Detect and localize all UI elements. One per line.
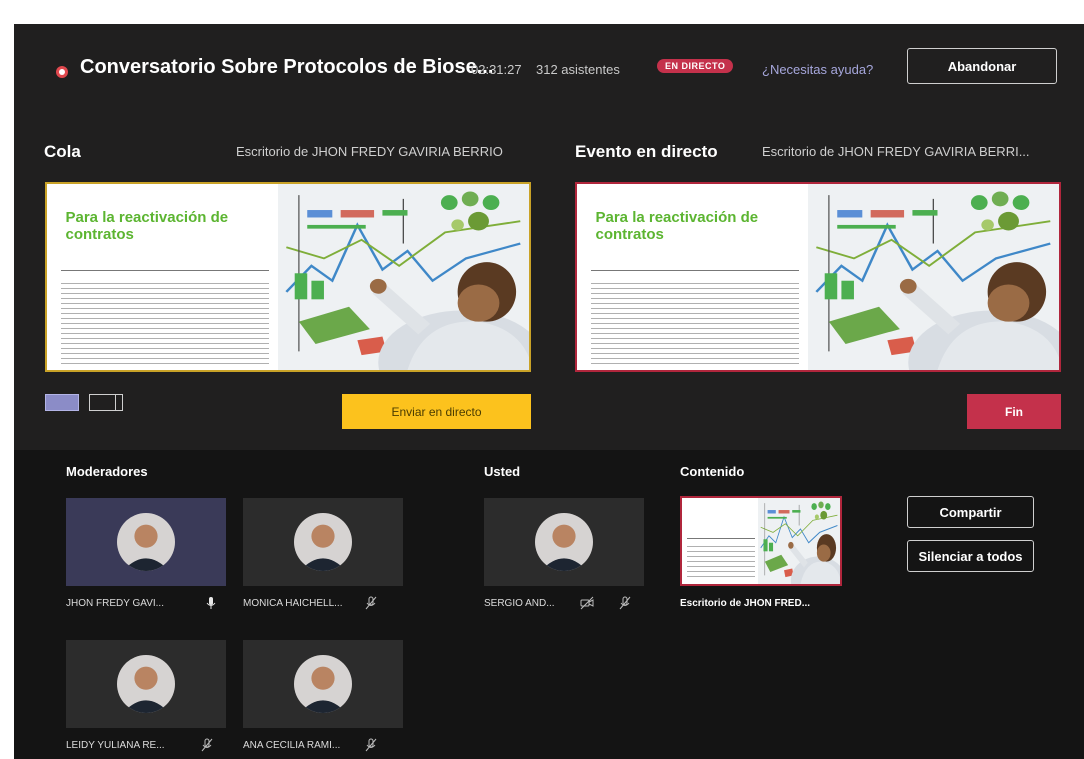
mute-all-button[interactable]: Silenciar a todos	[907, 540, 1034, 572]
slide-body-text	[686, 541, 755, 582]
you-label: Usted	[484, 464, 521, 479]
avatar	[117, 513, 175, 571]
live-preview[interactable]: Para la reactivación de contratos	[575, 182, 1061, 372]
avatar	[294, 655, 352, 713]
content-label: Contenido	[680, 464, 745, 479]
moderator-tile[interactable]	[243, 640, 403, 728]
avatar	[535, 513, 593, 571]
share-button[interactable]: Compartir	[907, 496, 1034, 528]
slide-divider	[590, 269, 800, 271]
slide-image	[278, 184, 529, 370]
record-icon	[56, 66, 68, 78]
avatar	[117, 655, 175, 713]
moderator-tile[interactable]	[243, 498, 403, 586]
mic-icon	[204, 596, 218, 610]
live-source: Escritorio de JHON FREDY GAVIRIA BERRI..…	[762, 144, 1030, 159]
mic-off-icon	[200, 738, 214, 752]
slide-divider	[60, 269, 270, 271]
moderator-name: LEIDY YULIANA RE...	[66, 740, 165, 751]
self-name: SERGIO AND...	[484, 598, 555, 609]
event-timer: 02:31:27	[471, 62, 522, 77]
camera-off-icon[interactable]	[580, 596, 594, 610]
slide-body-text	[590, 278, 800, 365]
moderator-name: MONICA HAICHELL...	[243, 598, 343, 609]
queue-source: Escritorio de JHON FREDY GAVIRIA BERRIO	[236, 144, 503, 159]
single-view-icon[interactable]	[45, 394, 79, 411]
slide-body-text	[60, 278, 270, 365]
live-title: Evento en directo	[575, 142, 718, 161]
moderator-tile[interactable]	[66, 640, 226, 728]
queue-preview[interactable]: Para la reactivación de contratos	[45, 182, 531, 372]
slide-divider	[686, 537, 755, 539]
avatar	[294, 513, 352, 571]
live-status-badge: EN DIRECTO	[657, 59, 734, 73]
moderators-label: Moderadores	[66, 464, 148, 479]
moderator-name: JHON FREDY GAVI...	[66, 598, 164, 609]
leave-button[interactable]: Abandonar	[907, 48, 1057, 84]
slide-text-panel: Para la reactivación de contratos	[47, 184, 278, 370]
send-live-button[interactable]: Enviar en directo	[342, 394, 531, 429]
slide-title: Para la reactivación de contratos	[65, 209, 229, 243]
mic-off-icon[interactable]	[618, 596, 632, 610]
self-video-tile[interactable]	[484, 498, 644, 586]
moderator-tile[interactable]	[66, 498, 226, 586]
slide-image	[757, 498, 840, 584]
split-view-icon[interactable]	[89, 394, 123, 411]
slide-text-panel: Para la reactivación de contratos	[577, 184, 808, 370]
slide-image	[808, 184, 1059, 370]
slide-text-panel	[682, 498, 758, 584]
queue-title: Cola	[44, 142, 81, 161]
end-event-button[interactable]: Fin	[967, 394, 1061, 429]
mic-off-icon	[364, 596, 378, 610]
mic-off-icon	[364, 738, 378, 752]
event-title: Conversatorio Sobre Protocolos de Biose.…	[80, 56, 494, 78]
moderator-name: ANA CECILIA RAMI...	[243, 740, 341, 751]
live-event-app: Conversatorio Sobre Protocolos de Biose.…	[14, 24, 1084, 759]
content-label-text: Escritorio de JHON FRED...	[680, 598, 811, 609]
help-link[interactable]: ¿Necesitas ayuda?	[762, 62, 873, 77]
content-thumbnail[interactable]	[680, 496, 842, 586]
attendee-count: 312 asistentes	[536, 62, 620, 77]
slide-title: Para la reactivación de contratos	[595, 209, 759, 243]
